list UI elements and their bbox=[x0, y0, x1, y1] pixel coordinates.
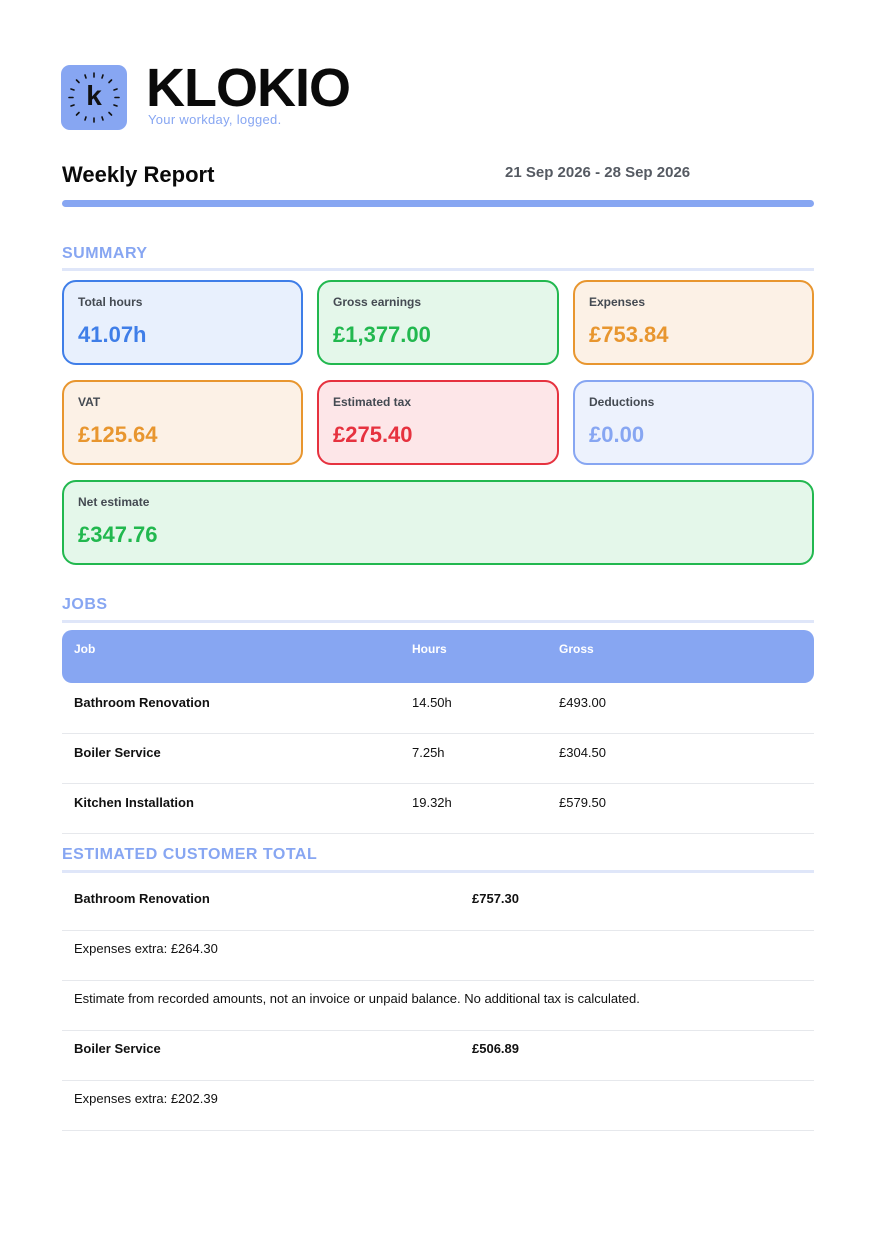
list-item: Estimate from recorded amounts, not an i… bbox=[62, 980, 814, 1031]
logo-letter: k bbox=[86, 80, 102, 111]
section-divider bbox=[62, 268, 814, 271]
card-value: £0.00 bbox=[589, 422, 645, 447]
brand-wordmark: KLOKIO bbox=[146, 58, 351, 118]
card-net-estimate: Net estimate £347.76 bbox=[62, 480, 814, 565]
card-label: Expenses bbox=[589, 295, 646, 309]
customer-job-name: Boiler Service bbox=[74, 1041, 161, 1056]
list-item: Expenses extra: £202.39 bbox=[62, 1080, 814, 1131]
table-row: Bathroom Renovation 14.50h £493.00 bbox=[62, 683, 814, 734]
table-row: Boiler Service 7.25h £304.50 bbox=[62, 733, 814, 784]
card-label: Net estimate bbox=[78, 495, 150, 509]
card-value: £347.76 bbox=[78, 522, 158, 547]
section-divider bbox=[62, 870, 814, 873]
summary-section-title: SUMMARY bbox=[62, 245, 148, 262]
column-header-hours: Hours bbox=[412, 642, 447, 656]
column-header-job: Job bbox=[74, 642, 96, 656]
card-value: £275.40 bbox=[333, 422, 413, 447]
card-deductions: Deductions £0.00 bbox=[573, 380, 814, 465]
header-accent-bar bbox=[62, 200, 814, 207]
report-title: Weekly Report bbox=[62, 162, 215, 187]
brand-tagline: Your workday, logged. bbox=[148, 112, 282, 127]
card-value: £125.64 bbox=[78, 422, 158, 447]
column-header-gross: Gross bbox=[559, 642, 594, 656]
card-expenses: Expenses £753.84 bbox=[573, 280, 814, 365]
customer-job-name: Bathroom Renovation bbox=[74, 891, 210, 906]
list-item: Boiler Service £506.89 bbox=[62, 1030, 814, 1081]
list-item: Bathroom Renovation £757.30 bbox=[62, 880, 814, 931]
card-value: £1,377.00 bbox=[333, 322, 431, 347]
jobs-section-title: JOBS bbox=[62, 596, 108, 613]
list-item: Expenses extra: £264.30 bbox=[62, 930, 814, 981]
expenses-extra-note: Expenses extra: £202.39 bbox=[74, 1091, 218, 1106]
section-divider bbox=[62, 620, 814, 623]
report-date-range: 21 Sep 2026 - 28 Sep 2026 bbox=[505, 164, 691, 181]
card-label: Gross earnings bbox=[333, 295, 422, 309]
card-vat: VAT £125.64 bbox=[62, 380, 303, 465]
expenses-extra-note: Expenses extra: £264.30 bbox=[74, 941, 218, 956]
customer-total-section-title: ESTIMATED CUSTOMER TOTAL bbox=[62, 846, 318, 863]
customer-job-total: £757.30 bbox=[472, 891, 519, 906]
card-label: Deductions bbox=[589, 395, 655, 409]
card-total-hours: Total hours 41.07h bbox=[62, 280, 303, 365]
job-hours: 7.25h bbox=[412, 745, 445, 760]
job-name: Kitchen Installation bbox=[74, 795, 194, 810]
job-gross: £493.00 bbox=[559, 695, 606, 710]
job-hours: 19.32h bbox=[412, 795, 452, 810]
job-gross: £579.50 bbox=[559, 795, 606, 810]
card-label: Estimated tax bbox=[333, 395, 412, 409]
app-logo: k bbox=[61, 65, 127, 130]
jobs-table-header: Job Hours Gross bbox=[62, 630, 814, 683]
card-estimated-tax: Estimated tax £275.40 bbox=[317, 380, 559, 465]
card-label: Total hours bbox=[78, 295, 143, 309]
card-gross-earnings: Gross earnings £1,377.00 bbox=[317, 280, 559, 365]
job-name: Bathroom Renovation bbox=[74, 695, 210, 710]
card-label: VAT bbox=[78, 395, 101, 409]
card-value: £753.84 bbox=[589, 322, 669, 347]
job-hours: 14.50h bbox=[412, 695, 452, 710]
card-value: 41.07h bbox=[78, 322, 147, 347]
job-name: Boiler Service bbox=[74, 745, 161, 760]
job-gross: £304.50 bbox=[559, 745, 606, 760]
estimate-disclaimer: Estimate from recorded amounts, not an i… bbox=[74, 991, 640, 1006]
table-row: Kitchen Installation 19.32h £579.50 bbox=[62, 783, 814, 834]
customer-job-total: £506.89 bbox=[472, 1041, 519, 1056]
